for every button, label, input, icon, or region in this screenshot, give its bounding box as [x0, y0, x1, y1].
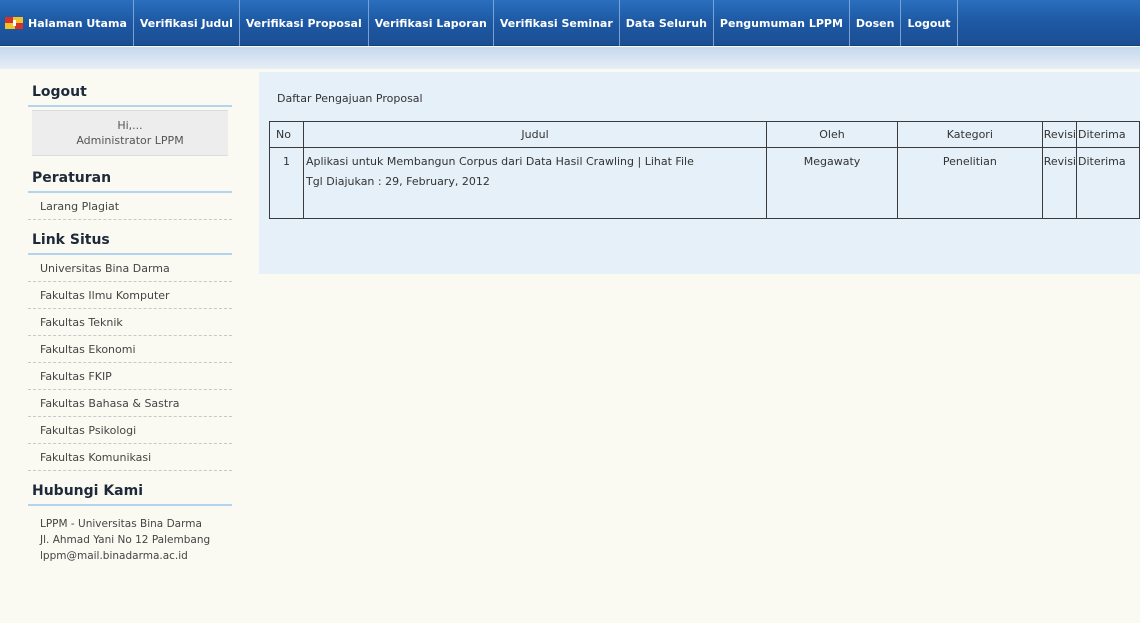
cell-revisi: Revisi	[1041, 147, 1078, 219]
contact-line-email: lppm@mail.binadarma.ac.id	[40, 550, 188, 562]
greeting-text: Hi,...	[117, 119, 143, 132]
proposal-table: No Judul Oleh Kategori Revisi Diterima 1…	[269, 121, 1140, 219]
column-header-judul: Judul	[302, 121, 768, 148]
nav-item-verifikasi-judul[interactable]: Verifikasi Judul	[134, 0, 240, 46]
table-header-row: No Judul Oleh Kategori Revisi Diterima	[269, 121, 1140, 148]
cell-no: 1	[269, 147, 304, 219]
user-name: Administrator LPPM	[76, 134, 184, 147]
sidebar: Logout Hi,... Administrator LPPM Peratur…	[28, 80, 232, 564]
submission-date: Tgl Diajukan : 29, February, 2012	[305, 175, 490, 188]
sidebar-link-fakultas-ekonomi[interactable]: Fakultas Ekonomi	[28, 336, 232, 363]
column-header-diterima: Diterima	[1076, 121, 1140, 148]
view-file-link[interactable]: Lihat File	[645, 155, 694, 168]
sidebar-heading-peraturan: Peraturan	[28, 166, 232, 193]
nav-item-dosen[interactable]: Dosen	[850, 0, 902, 46]
sidebar-link-fakultas-komunikasi[interactable]: Fakultas Komunikasi	[28, 444, 232, 471]
cell-diterima: Diterima	[1076, 147, 1140, 219]
column-header-oleh: Oleh	[766, 121, 898, 148]
sidebar-link-fakultas-ilmu-komputer[interactable]: Fakultas Ilmu Komputer	[28, 282, 232, 309]
nav-item-logout[interactable]: Logout	[901, 0, 958, 46]
user-greeting-box: Hi,... Administrator LPPM	[32, 110, 228, 156]
sidebar-heading-hubungi-kami: Hubungi Kami	[28, 479, 232, 506]
cell-judul: Aplikasi untuk Membangun Corpus dari Dat…	[302, 147, 768, 219]
revisi-link[interactable]: Revisi	[1044, 155, 1076, 168]
column-header-kategori: Kategori	[896, 121, 1043, 148]
sidebar-heading-logout: Logout	[28, 80, 232, 107]
top-navigation: Halaman Utama Verifikasi Judul Verifikas…	[0, 0, 1140, 46]
sidebar-link-fakultas-psikologi[interactable]: Fakultas Psikologi	[28, 417, 232, 444]
proposal-title-text: Aplikasi untuk Membangun Corpus dari Dat…	[305, 155, 635, 168]
table-row: 1 Aplikasi untuk Membangun Corpus dari D…	[269, 147, 1140, 219]
main-content: Daftar Pengajuan Proposal No Judul Oleh …	[259, 72, 1140, 274]
page-title: Daftar Pengajuan Proposal	[277, 92, 423, 105]
proposal-title: Aplikasi untuk Membangun Corpus dari Dat…	[306, 155, 694, 168]
nav-item-halaman-utama[interactable]: Halaman Utama	[0, 0, 134, 46]
contact-line-address: Jl. Ahmad Yani No 12 Palembang	[40, 534, 211, 546]
nav-item-verifikasi-seminar[interactable]: Verifikasi Seminar	[494, 0, 620, 46]
sidebar-link-fakultas-bahasa-sastra[interactable]: Fakultas Bahasa & Sastra	[28, 390, 232, 417]
column-header-revisi: Revisi	[1041, 121, 1078, 148]
contact-info: LPPM - Universitas Bina Darma Jl. Ahmad …	[28, 506, 232, 564]
cell-kategori: Penelitian	[896, 147, 1043, 219]
nav-item-data-seluruh[interactable]: Data Seluruh	[620, 0, 714, 46]
nav-item-verifikasi-laporan[interactable]: Verifikasi Laporan	[369, 0, 494, 46]
sidebar-link-universitas-bina-darma[interactable]: Universitas Bina Darma	[28, 255, 232, 282]
diterima-link[interactable]: Diterima	[1078, 155, 1126, 168]
title-separator: |	[634, 155, 645, 168]
sidebar-heading-link-situs: Link Situs	[28, 228, 232, 255]
contact-line-org: LPPM - Universitas Bina Darma	[40, 518, 202, 530]
cell-oleh: Megawaty	[766, 147, 898, 219]
sidebar-link-fakultas-fkip[interactable]: Fakultas FKIP	[28, 363, 232, 390]
nav-item-label: Halaman Utama	[28, 16, 127, 30]
flag-logo-icon	[5, 17, 23, 29]
sidebar-link-fakultas-teknik[interactable]: Fakultas Teknik	[28, 309, 232, 336]
header-subbar	[0, 47, 1140, 69]
column-header-no: No	[269, 121, 304, 148]
sidebar-link-larang-plagiat[interactable]: Larang Plagiat	[28, 193, 232, 220]
nav-item-verifikasi-proposal[interactable]: Verifikasi Proposal	[240, 0, 369, 46]
nav-item-pengumuman-lppm[interactable]: Pengumuman LPPM	[714, 0, 850, 46]
